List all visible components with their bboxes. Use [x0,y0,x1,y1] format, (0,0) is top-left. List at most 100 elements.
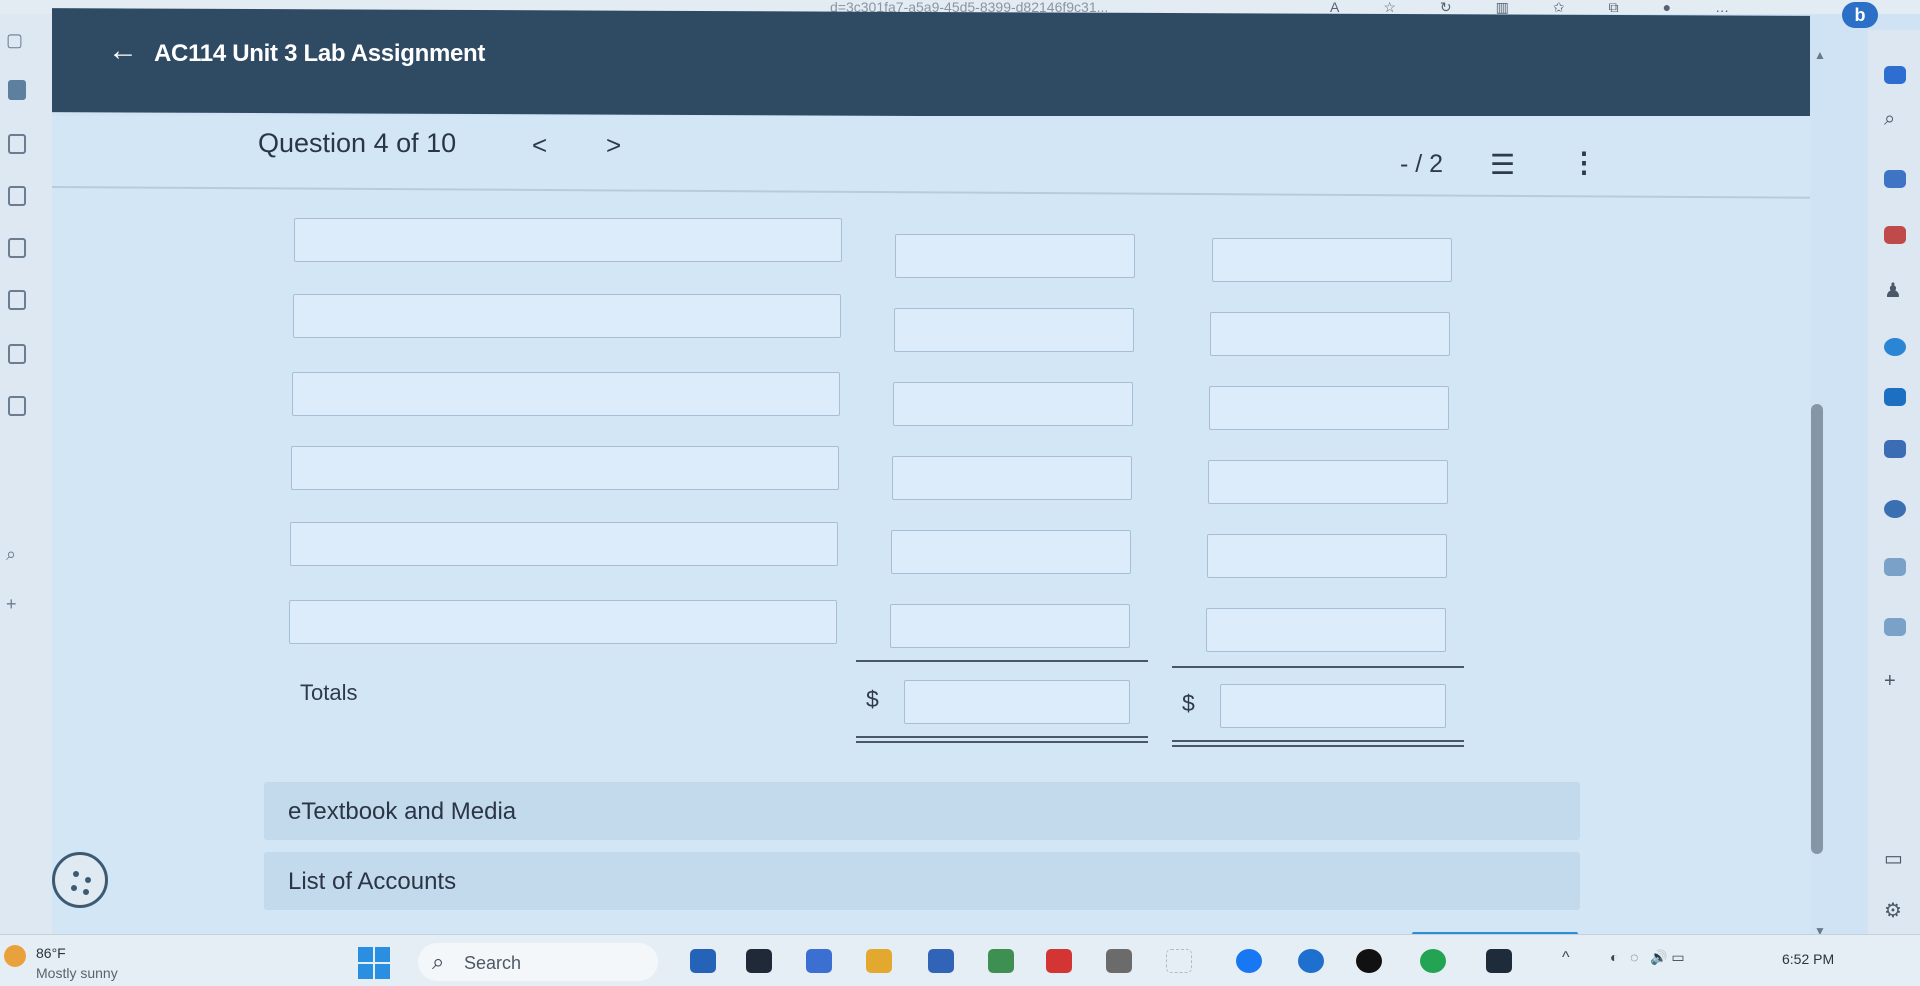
credit-amount-input[interactable] [1210,312,1450,356]
back-arrow-icon[interactable]: ← [108,36,138,66]
debit-currency-symbol: $ [866,686,879,712]
pinned-app-icon[interactable] [1166,949,1192,973]
chat-app-icon[interactable] [806,949,832,973]
weather-description[interactable]: Mostly sunny [36,965,118,981]
tab-favicon-icon[interactable] [8,80,26,100]
credit-amount-input[interactable] [1212,238,1452,282]
page-scrollbar-thumb[interactable] [1811,404,1823,854]
weather-sun-icon[interactable] [4,945,26,967]
account-title-input[interactable] [292,372,840,416]
video-app-icon[interactable] [1046,949,1072,973]
debit-amount-input[interactable] [890,604,1130,648]
web-app-icon[interactable] [1884,558,1906,576]
outlook-icon[interactable] [1884,388,1906,406]
tab-page-icon[interactable] [8,290,26,310]
cookie-preferences-button[interactable] [52,852,108,908]
copilot-app-icon[interactable] [690,949,716,973]
shopping-tag-icon[interactable] [1884,170,1906,188]
tab-page-icon[interactable] [8,344,26,364]
windows-taskbar: 86°F Mostly sunny ⌕ Search ^ ◐ ◌ 🔊 ▭ 6:5… [0,934,1920,986]
copilot-button[interactable]: b [1842,2,1878,28]
tab-page-icon[interactable] [8,134,26,154]
account-title-input[interactable] [293,294,841,338]
favorite-star-icon[interactable]: ☆ [1383,0,1396,14]
assignment-title: AC114 Unit 3 Lab Assignment [154,40,486,67]
more-options-icon[interactable]: … [1715,0,1729,14]
game-app-icon[interactable] [988,949,1014,973]
search-icon[interactable]: ⌕ [1884,108,1895,131]
list-of-accounts-accordion[interactable]: List of Accounts [264,852,1580,910]
credit-total-double-rule [1172,740,1464,742]
split-screen-icon[interactable]: ▥ [1496,0,1509,14]
taskbar-clock[interactable]: 6:52 PM [1782,951,1834,967]
web-app-icon[interactable] [1884,500,1906,518]
tools-briefcase-icon[interactable] [1884,226,1906,244]
collections-icon[interactable]: ⧉ [1609,0,1619,14]
games-icon[interactable]: ♟ [1884,278,1902,303]
credit-amount-input[interactable] [1208,460,1448,504]
whatsapp-icon[interactable] [1420,949,1446,973]
store-icon[interactable] [928,949,954,973]
credit-amount-input[interactable] [1207,534,1447,578]
taskbar-search[interactable]: ⌕ Search [418,943,658,981]
tiktok-icon[interactable] [1356,949,1382,973]
tab-page-icon[interactable] [8,238,26,258]
profile-icon[interactable]: ● [1663,0,1671,14]
credit-amount-input[interactable] [1206,608,1446,652]
pinned-app-icon[interactable] [1486,949,1512,973]
read-aloud-icon[interactable]: A [1330,0,1339,14]
refresh-icon[interactable]: ↻ [1440,0,1452,14]
previous-question-button[interactable]: < [532,130,547,161]
microsoft-365-icon[interactable] [1884,338,1906,356]
debit-total-double-rule [856,736,1148,738]
account-title-input[interactable] [294,218,842,262]
etextbook-media-accordion[interactable]: eTextbook and Media [264,782,1580,840]
credit-currency-symbol: $ [1182,690,1195,716]
credit-total-input[interactable] [1220,684,1446,728]
account-title-input[interactable] [290,522,838,566]
debit-amount-input[interactable] [892,456,1132,500]
tab-panel-icon[interactable]: ▢ [6,30,23,51]
tab-page-icon[interactable] [8,396,26,416]
facebook-icon[interactable] [1236,949,1262,973]
debit-total-input[interactable] [904,680,1130,724]
bing-chat-icon[interactable] [1884,66,1906,84]
vertical-tabs-sidebar: ▢ ⌕ + [0,14,52,934]
browser-right-sidebar: ⌕ ♟ + ▭ ⚙ [1868,30,1920,934]
credit-amount-input[interactable] [1209,386,1449,430]
debit-amount-input[interactable] [895,234,1135,278]
file-explorer-icon[interactable] [866,949,892,973]
account-title-input[interactable] [291,446,839,490]
question-score: - / 2 [1400,150,1444,178]
account-title-input[interactable] [289,600,837,644]
debit-amount-input[interactable] [894,308,1134,352]
favorites-icon[interactable]: ✩ [1553,0,1565,14]
totals-label: Totals [300,680,358,705]
debit-amount-input[interactable] [891,530,1131,574]
question-list-icon[interactable]: ☰ [1490,148,1515,181]
weather-temperature[interactable]: 86°F [36,945,66,961]
system-tray-icons[interactable]: ◐ ◌ 🔊 ▭ [1610,949,1685,966]
web-app-icon[interactable] [1884,618,1906,636]
search-icon: ⌕ [432,949,445,974]
game-app-icon[interactable] [1106,949,1132,973]
next-question-button[interactable]: > [606,130,621,161]
search-tabs-icon[interactable]: ⌕ [6,544,16,565]
tab-page-icon[interactable] [8,186,26,206]
scroll-up-arrow-icon[interactable]: ▲ [1814,48,1826,62]
show-hidden-icons-icon[interactable]: ^ [1562,949,1570,967]
credit-subtotal-rule [1172,666,1464,668]
windows-start-icon[interactable] [358,947,390,979]
add-sidebar-app-icon[interactable]: + [1884,670,1896,693]
drop-icon[interactable] [1884,440,1906,458]
browser-toolbar-icons: A ☆ ↻ ▥ ✩ ⧉ ● … [1330,0,1729,14]
hide-sidebar-icon[interactable]: ▭ [1884,846,1903,871]
task-view-icon[interactable] [746,949,772,973]
debit-total-double-rule [856,741,1148,743]
edge-browser-icon[interactable] [1298,949,1324,973]
sidebar-settings-icon[interactable]: ⚙ [1884,898,1902,923]
search-label: Search [464,953,522,973]
debit-amount-input[interactable] [893,382,1133,426]
new-tab-icon[interactable]: + [6,594,17,615]
more-options-icon[interactable]: ⋮ [1570,146,1598,179]
